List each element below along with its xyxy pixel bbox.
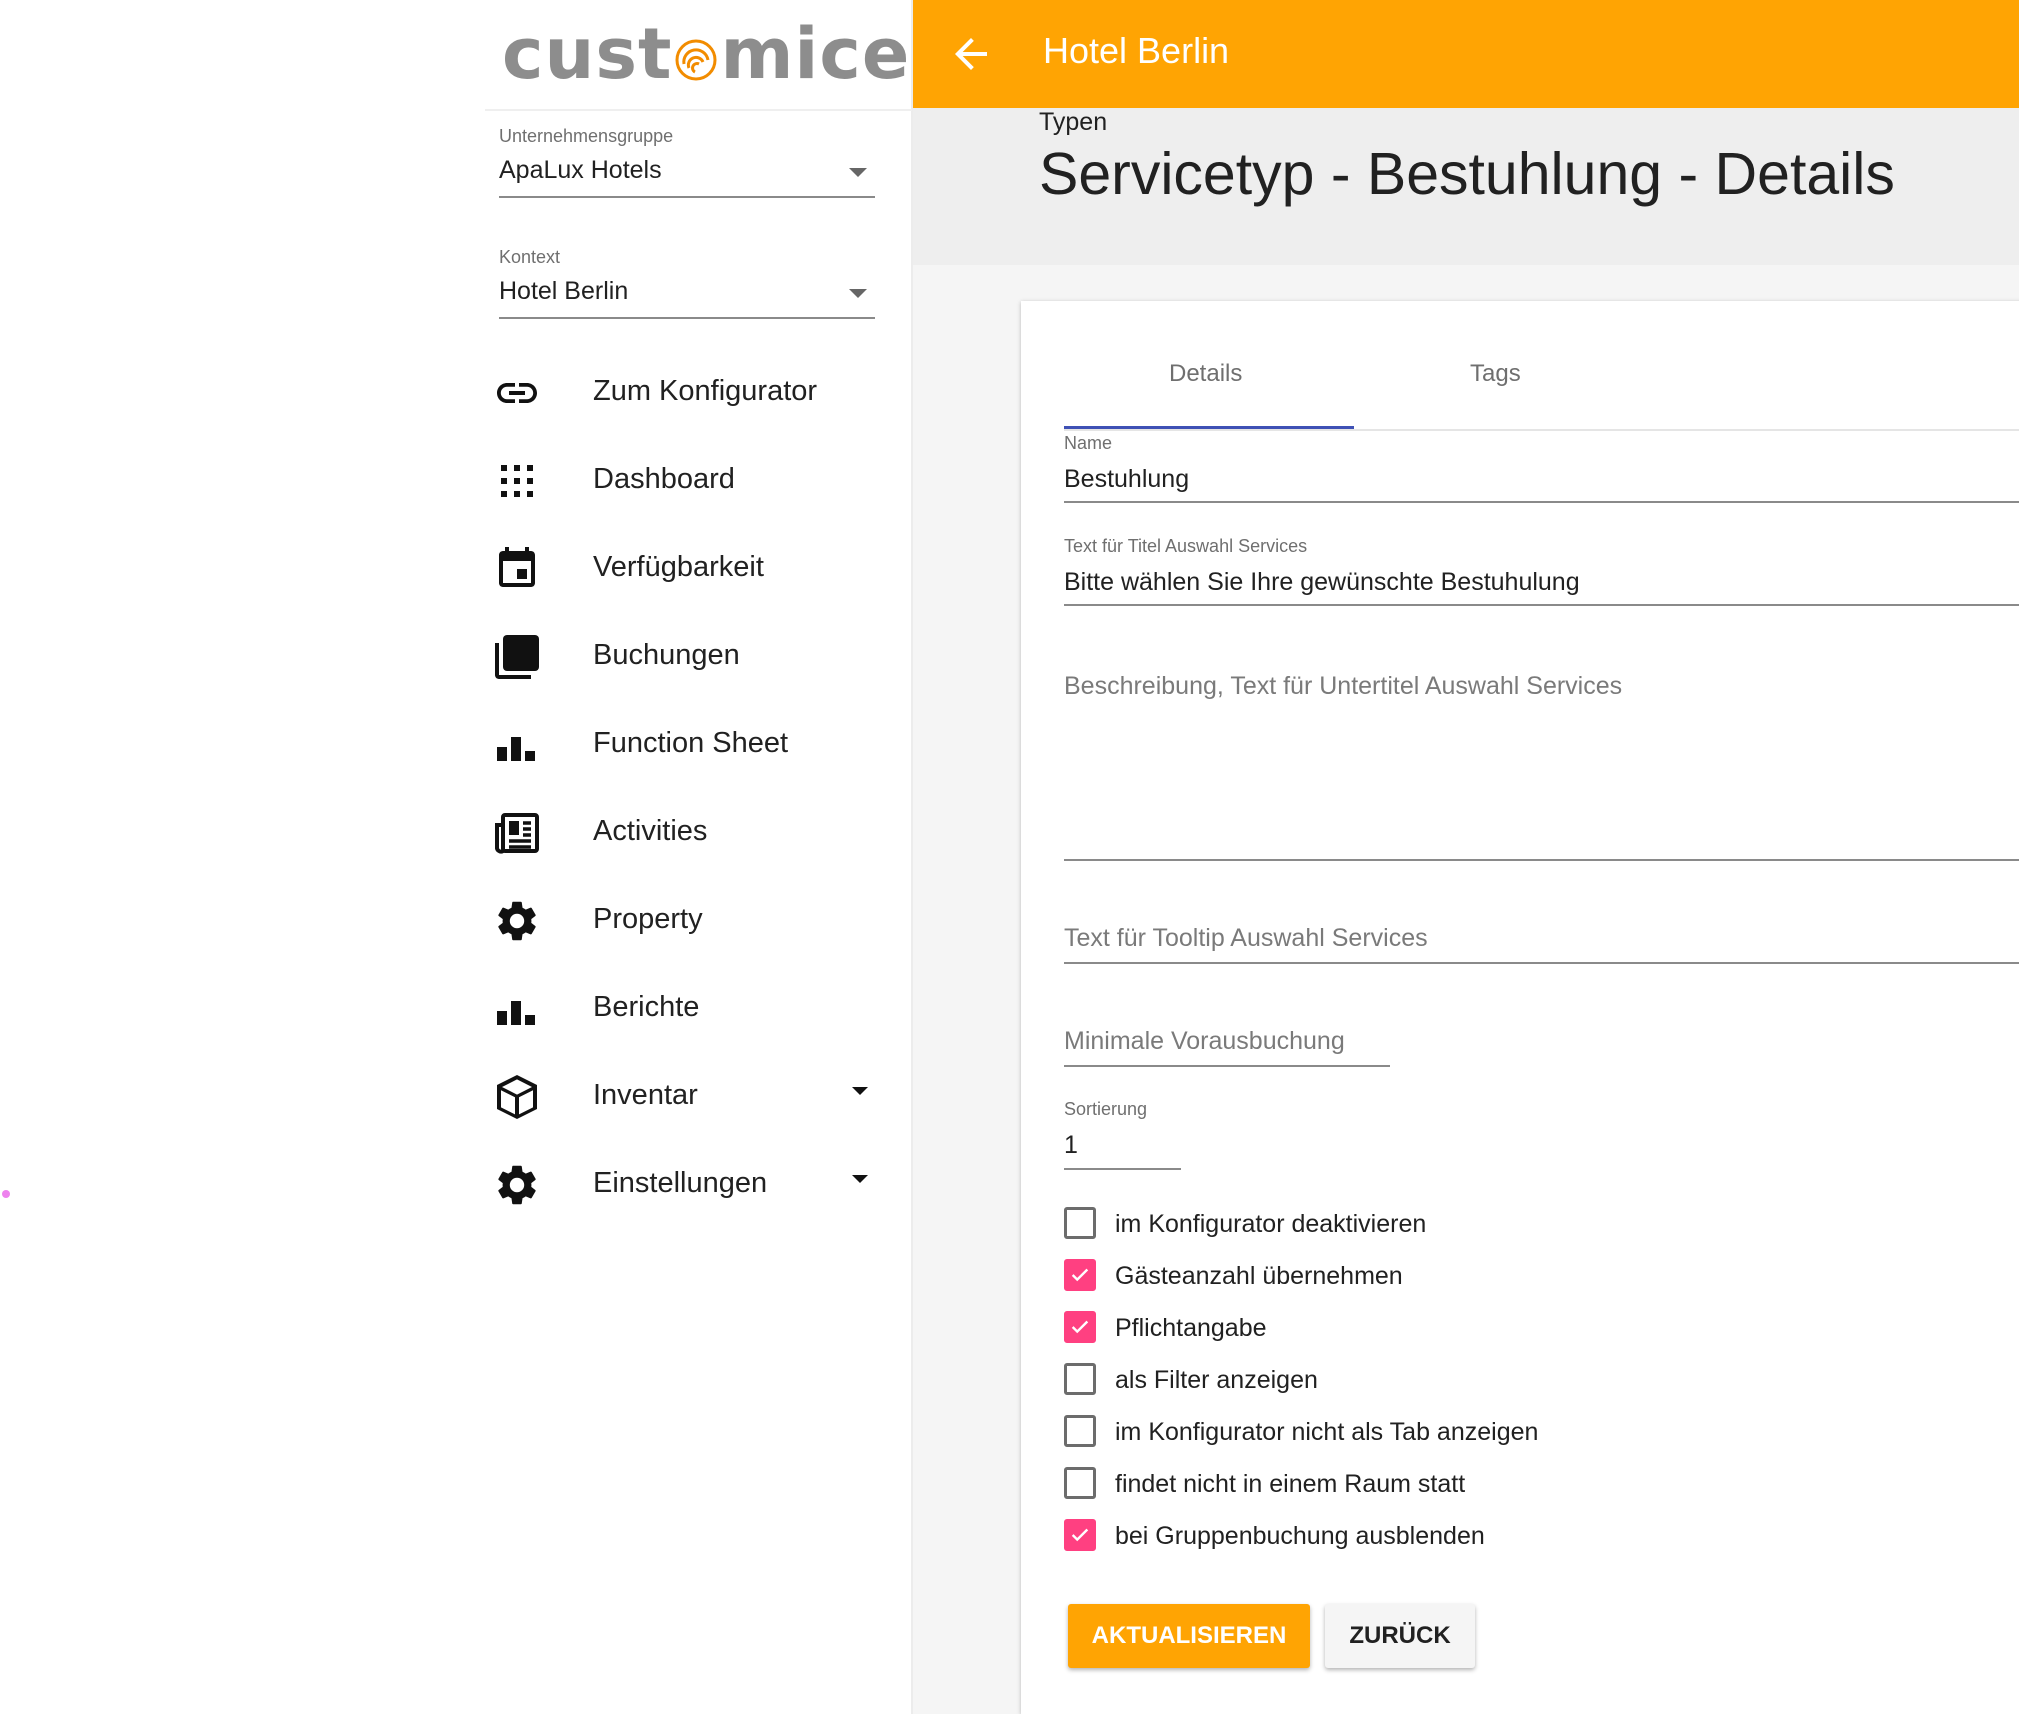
tab-details[interactable]: Details <box>1169 360 1242 388</box>
link-icon <box>497 383 537 403</box>
chevron-down-icon <box>852 1175 868 1183</box>
checkbox-disable-in-configurator[interactable] <box>1064 1207 1096 1239</box>
check-icon <box>1071 1528 1089 1542</box>
apps-grid-icon <box>501 465 533 497</box>
title-text-value: Bitte wählen Sie Ihre gewünschte Bestuhu… <box>1064 568 1580 596</box>
checkbox-label: als Filter anzeigen <box>1115 1366 1318 1394</box>
company-group-value: ApaLux Hotels <box>499 156 662 184</box>
checkbox-label: findet nicht in einem Raum statt <box>1115 1470 1466 1498</box>
details-card <box>1021 301 2019 1714</box>
logo-divider <box>485 109 912 111</box>
checkbox-label: im Konfigurator nicht als Tab anzeigen <box>1115 1418 1539 1446</box>
stacked-pages-icon <box>495 635 539 679</box>
gear-icon <box>498 901 536 941</box>
app-bar-title: Hotel Berlin <box>1043 30 1230 71</box>
name-label: Name <box>1064 433 1113 453</box>
context-label: Kontext <box>499 247 561 267</box>
checkbox-hide-group-booking[interactable] <box>1064 1519 1096 1551</box>
sidebar-item-property[interactable]: Property <box>485 877 912 965</box>
sidebar-item-label: Berichte <box>593 991 700 1023</box>
sidebar-item-berichte[interactable]: Berichte <box>485 965 912 1053</box>
bar-chart-icon <box>497 737 535 761</box>
cursor-dot <box>2 1190 10 1198</box>
sidebar-item-label: Zum Konfigurator <box>593 375 818 407</box>
min-advance-placeholder: Minimale Vorausbuchung <box>1064 1027 1345 1055</box>
sidebar-item-label: Buchungen <box>593 639 740 671</box>
bar-chart-icon <box>497 1001 535 1025</box>
tab-tags[interactable]: Tags <box>1470 360 1521 388</box>
sort-field[interactable]: Sortierung 1 <box>1064 1099 1181 1171</box>
context-select[interactable]: Kontext Hotel Berlin <box>499 245 875 321</box>
arrow-back-icon[interactable] <box>947 30 995 78</box>
sidebar-item-label: Verfügbarkeit <box>593 551 764 583</box>
context-value: Hotel Berlin <box>499 277 629 305</box>
checkbox-show-as-filter[interactable] <box>1064 1363 1096 1395</box>
fingerprint-icon <box>674 18 718 81</box>
company-group-label: Unternehmensgruppe <box>499 126 674 146</box>
field-underline <box>1064 501 2019 503</box>
field-underline <box>1064 962 2019 964</box>
tooltip-placeholder: Text für Tooltip Auswahl Services <box>1064 924 1428 952</box>
sidebar-item-activities[interactable]: Activities <box>485 789 912 877</box>
description-textarea[interactable]: Beschreibung, Text für Untertitel Auswah… <box>1064 668 2019 862</box>
sort-label: Sortierung <box>1064 1099 1148 1119</box>
check-icon <box>1071 1320 1089 1334</box>
select-underline <box>499 196 875 198</box>
checkbox-label: Gästeanzahl übernehmen <box>1115 1262 1403 1290</box>
active-tab-indicator <box>1064 426 1354 429</box>
field-underline <box>1064 859 2019 861</box>
page-title: Servicetyp - Bestuhlung - Details <box>1039 141 1895 207</box>
calendar-icon <box>499 547 535 587</box>
chevron-down-icon <box>849 289 867 298</box>
field-underline <box>1064 1168 1181 1170</box>
title-text-label: Text für Titel Auswahl Services <box>1064 536 1308 556</box>
checkbox-mandatory[interactable] <box>1064 1311 1096 1343</box>
sidebar-item-buchungen[interactable]: Buchungen <box>485 613 912 701</box>
sidebar-item-label: Property <box>593 903 703 935</box>
title-text-field[interactable]: Text für Titel Auswahl Services Bitte wä… <box>1064 536 2019 606</box>
checkbox-not-as-tab[interactable] <box>1064 1415 1096 1447</box>
tab-divider <box>1064 429 2019 431</box>
sidebar-item-dashboard[interactable]: Dashboard <box>485 437 912 525</box>
back-button[interactable]: ZURÜCK <box>1325 1604 1475 1668</box>
company-group-select[interactable]: Unternehmensgruppe ApaLux Hotels <box>499 124 875 200</box>
name-field[interactable]: Name Bestuhlung <box>1064 433 2019 503</box>
update-button[interactable]: AKTUALISIEREN <box>1068 1604 1310 1668</box>
check-icon <box>1071 1268 1089 1282</box>
sidebar-item-label: Activities <box>593 815 708 847</box>
logo: cust mice <box>502 13 911 95</box>
chevron-down-icon <box>849 168 867 177</box>
checkbox-not-in-room[interactable] <box>1064 1467 1096 1499</box>
checkbox-label: Pflichtangabe <box>1115 1314 1267 1342</box>
checkbox-label: im Konfigurator deaktivieren <box>1115 1210 1427 1238</box>
min-advance-field[interactable]: Minimale Vorausbuchung <box>1064 1025 1390 1069</box>
breadcrumb[interactable]: Typen <box>1039 108 1107 137</box>
checkbox-label: bei Gruppenbuchung ausblenden <box>1115 1522 1485 1550</box>
name-value: Bestuhlung <box>1064 465 1190 493</box>
sidebar-item-verfuegbarkeit[interactable]: Verfügbarkeit <box>485 525 912 613</box>
description-placeholder: Beschreibung, Text für Untertitel Auswah… <box>1064 672 1623 700</box>
field-underline <box>1064 1065 1390 1067</box>
field-underline <box>1064 604 2019 606</box>
sort-value: 1 <box>1064 1131 1078 1159</box>
sidebar-item-inventar[interactable]: Inventar <box>485 1053 912 1141</box>
tooltip-field[interactable]: Text für Tooltip Auswahl Services <box>1064 922 2019 966</box>
cube-icon <box>497 1075 537 1119</box>
select-underline <box>499 317 875 319</box>
gear-icon <box>498 1165 536 1205</box>
chevron-down-icon <box>852 1087 868 1095</box>
newspaper-icon <box>495 813 539 854</box>
sidebar-item-einstellungen[interactable]: Einstellungen <box>485 1141 912 1229</box>
sidebar-item-zum-konfigurator[interactable]: Zum Konfigurator <box>485 349 912 437</box>
sidebar-item-label: Dashboard <box>593 463 735 495</box>
sidebar-item-label: Function Sheet <box>593 727 789 759</box>
sidebar-item-label: Einstellungen <box>593 1167 768 1199</box>
sidebar-item-function-sheet[interactable]: Function Sheet <box>485 701 912 789</box>
sidebar-item-label: Inventar <box>593 1079 698 1111</box>
top-app-bar: Hotel Berlin <box>913 0 2019 108</box>
checkbox-adopt-guest-count[interactable] <box>1064 1259 1096 1291</box>
